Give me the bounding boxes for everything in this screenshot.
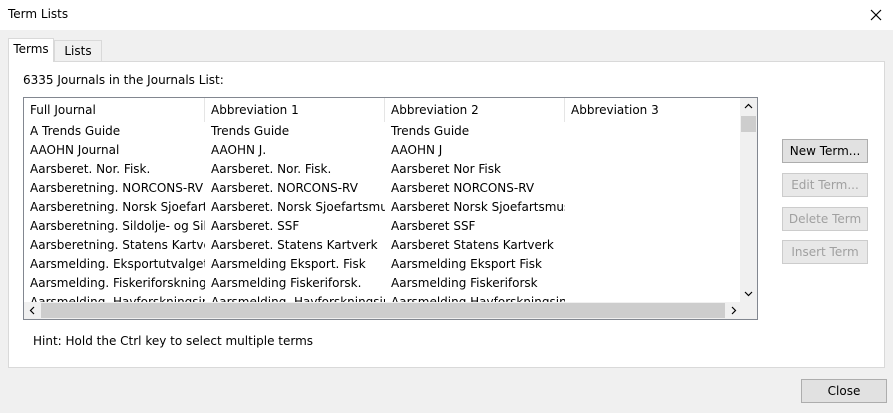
edit-term-button[interactable]: Edit Term...: [782, 173, 868, 197]
table-cell: Aarsberet. Nor. Fisk.: [211, 162, 332, 176]
table-cell: Trends Guide: [391, 124, 470, 138]
close-window-button[interactable]: [865, 4, 887, 26]
close-icon: [870, 9, 882, 21]
tab-lists[interactable]: Lists: [54, 40, 102, 62]
table-cell: [565, 179, 744, 198]
table-cell: Aarsberet Norsk Sjoefartsmus: [391, 200, 565, 214]
column-header-abbreviation-2[interactable]: Abbreviation 2: [385, 98, 565, 122]
table-cell: Aarsberet Statens Kartverk: [391, 238, 554, 252]
chevron-left-icon: [29, 306, 35, 315]
table-cell: Aarsmelding Fiskeriforsk.: [211, 276, 362, 290]
table-cell: Aarsberet. SSF: [211, 219, 300, 233]
table-cell: Aarsmelding. Fiskeriforskning: [30, 276, 205, 290]
table-cell: Aarsmelding. Havforskningsinst.: [211, 295, 385, 302]
table-row[interactable]: Aarsberetning. Statens Kartverk Aarsberet…: [24, 236, 744, 255]
dialog-body: Terms Lists 6335 Journals in the Journal…: [0, 30, 893, 413]
new-term-button[interactable]: New Term...: [782, 139, 868, 163]
table-cell: AAOHN Journal: [30, 143, 120, 157]
table-cell: Aarsberet Nor Fisk: [391, 162, 501, 176]
tab-lists-label: Lists: [64, 44, 92, 58]
table-cell: [565, 274, 744, 293]
table-cell: [565, 217, 744, 236]
table-cell: AAOHN J.: [211, 143, 267, 157]
terms-tab-panel: 6335 Journals in the Journals List: Full…: [8, 61, 885, 368]
table-row[interactable]: AAOHN Journal AAOHN J. AAOHN J: [24, 141, 744, 160]
table-cell: Aarsberetning. Sildolje- og Sil...: [30, 219, 205, 233]
horizontal-scroll-thumb[interactable]: [41, 303, 725, 318]
list-header: Full Journal Abbreviation 1 Abbreviation…: [24, 98, 744, 122]
table-row[interactable]: Aarsmelding. Fiskeriforskning Aarsmelding…: [24, 274, 744, 293]
terms-list[interactable]: Full Journal Abbreviation 1 Abbreviation…: [23, 97, 758, 320]
table-cell: Aarsmelding Fiskeriforsk: [391, 276, 538, 290]
column-header-abbreviation-3[interactable]: Abbreviation 3: [565, 98, 745, 122]
table-cell: [565, 141, 744, 160]
table-cell: [565, 255, 744, 274]
table-cell: [565, 293, 744, 302]
table-cell: Aarsmelding Eksport. Fisk: [211, 257, 366, 271]
table-cell: Aarsberetning. Norsk Sjoefarts...: [30, 200, 205, 214]
table-cell: Aarsberet SSF: [391, 219, 476, 233]
column-header-full-journal[interactable]: Full Journal: [24, 98, 205, 122]
table-cell: Aarsberet. Norsk Sjoefartsmus.: [211, 200, 385, 214]
column-header-abbreviation-1[interactable]: Abbreviation 1: [205, 98, 385, 122]
chevron-down-icon: [744, 291, 753, 297]
scroll-up-arrow[interactable]: [740, 98, 757, 115]
list-rows: A Trends Guide Trends Guide Trends Guide AA…: [24, 122, 744, 302]
window-title: Term Lists: [8, 7, 69, 21]
table-cell: Aarsmelding Havforskningsinst: [391, 295, 565, 302]
close-button[interactable]: Close: [801, 379, 887, 403]
table-cell: Aarsberet. Nor. Fisk.: [30, 162, 151, 176]
table-cell: AAOHN J: [391, 143, 443, 157]
scroll-down-arrow[interactable]: [740, 285, 757, 302]
table-row[interactable]: Aarsberetning. Sildolje- og Sil... Aarsbe…: [24, 217, 744, 236]
table-cell: Aarsberetning. Statens Kartverk: [30, 238, 205, 252]
scrollbar-corner: [740, 302, 757, 319]
tab-terms[interactable]: Terms: [8, 38, 54, 62]
table-row[interactable]: Aarsberetning. Norsk Sjoefarts... Aarsber…: [24, 198, 744, 217]
table-row[interactable]: Aarsberetning. NORCONS-RV Aarsberet. NORC…: [24, 179, 744, 198]
table-cell: Aarsmelding Eksport Fisk: [391, 257, 542, 271]
table-cell: Aarsberetning. NORCONS-RV: [30, 181, 204, 195]
hint-text: Hint: Hold the Ctrl key to select multip…: [33, 334, 314, 348]
title-bar: Term Lists: [0, 0, 893, 30]
table-cell: [565, 236, 744, 255]
table-cell: Aarsberet NORCONS-RV: [391, 181, 535, 195]
table-cell: Aarsberet. Statens Kartverk: [211, 238, 378, 252]
table-cell: Aarsmelding. Eksportutvalget ...: [30, 257, 205, 271]
table-cell: [565, 122, 744, 141]
chevron-up-icon: [744, 103, 753, 109]
horizontal-scrollbar[interactable]: [24, 302, 742, 319]
table-row[interactable]: Aarsmelding. Eksportutvalget ... Aarsmeld…: [24, 255, 744, 274]
table-cell: [565, 198, 744, 217]
table-cell: Aarsberet. NORCONS-RV: [211, 181, 358, 195]
scroll-left-arrow[interactable]: [24, 302, 41, 319]
journal-count-label: 6335 Journals in the Journals List:: [23, 73, 224, 87]
tab-terms-label: Terms: [13, 42, 49, 56]
table-row[interactable]: Aarsberet. Nor. Fisk. Aarsberet. Nor. Fis…: [24, 160, 744, 179]
insert-term-button[interactable]: Insert Term: [782, 240, 868, 264]
table-cell: Trends Guide: [211, 124, 290, 138]
delete-term-button[interactable]: Delete Term: [782, 207, 868, 231]
table-row[interactable]: Aarsmelding. Havforskningsinst... Aarsmel…: [24, 293, 744, 302]
table-cell: Aarsmelding. Havforskningsinst...: [30, 295, 205, 302]
table-cell: [565, 160, 744, 179]
table-cell: A Trends Guide: [30, 124, 121, 138]
table-row[interactable]: A Trends Guide Trends Guide Trends Guide: [24, 122, 744, 141]
vertical-scrollbar[interactable]: [740, 98, 757, 302]
vertical-scroll-thumb[interactable]: [741, 116, 756, 132]
